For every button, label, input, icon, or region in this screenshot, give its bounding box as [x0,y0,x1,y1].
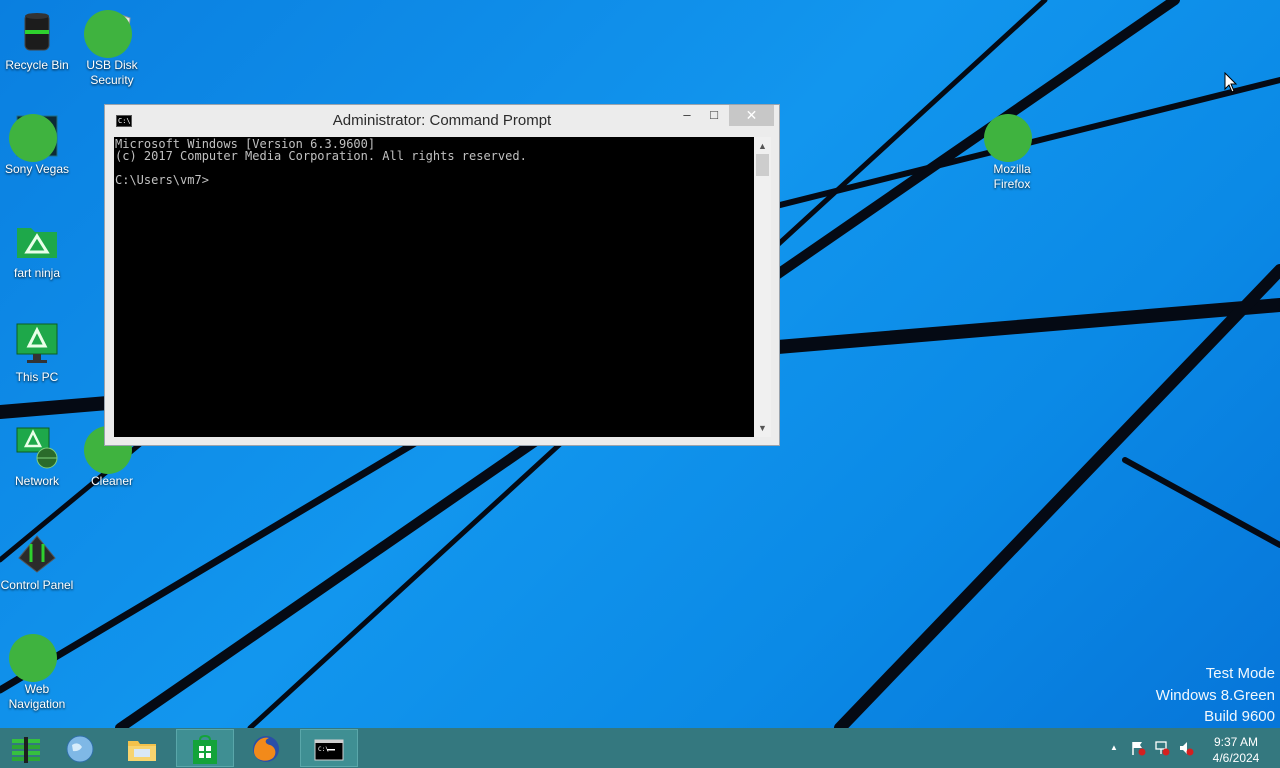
desktop-icon-this-pc[interactable]: This PC [0,320,75,385]
taskbar: C:\ ▲ 9:37 AM 4/6/2024 [0,728,1280,768]
desktop-icon-usb-disk-security[interactable]: USB Disk Security [74,8,150,88]
folder-icon [128,741,156,761]
taskbar-clock[interactable]: 9:37 AM 4/6/2024 [1206,734,1266,766]
firefox-icon [984,112,1036,162]
desktop-icon-label: USB Disk Security [86,58,138,87]
scroll-thumb[interactable] [756,154,769,176]
desktop-icon-label: Control Panel [0,578,74,592]
taskbar-firefox[interactable] [238,729,296,767]
firefox-icon [253,736,279,762]
test-mode-watermark: Test Mode Windows 8.Green Build 9600 [1156,663,1275,728]
recycle-bin-icon [13,8,61,56]
desktop-icon-label: Recycle Bin [5,58,69,72]
console-prompt: C:\Users\vm7> [115,173,209,187]
desktop-icon-fart-ninja[interactable]: fart ninja [0,216,75,281]
desktop-icon-mozilla-firefox[interactable]: Mozilla Firefox [974,112,1050,192]
shortcut-arrow-icon [84,10,132,58]
desktop-icon-control-panel[interactable]: Control Panel [0,528,75,593]
window-titlebar[interactable]: C:\ Administrator: Command Prompt – □ ✕ [105,105,779,137]
mouse-cursor [1224,72,1238,93]
start-button[interactable] [0,729,58,767]
control-panel-icon [13,528,61,576]
desktop-icon-label: Web Navigation [8,682,66,711]
globe-icon [66,735,94,763]
desktop-icon-label: Network [14,474,59,488]
watermark-line: Test Mode [1205,665,1275,682]
clock-date: 4/6/2024 [1212,751,1260,765]
taskbar-internet-explorer[interactable] [52,729,110,767]
taskbar-command-prompt[interactable]: C:\ [300,729,358,767]
store-icon [193,734,217,764]
desktop-icon-label: Mozilla Firefox [993,162,1031,191]
desktop-icon-network[interactable]: Network [0,424,75,489]
taskbar-file-explorer[interactable] [114,729,172,767]
shield-icon [84,8,136,58]
maximize-button[interactable]: □ [702,105,726,126]
green-folder-icon [13,216,61,264]
windows-start-icon [12,737,40,763]
desktop-icon-label: This PC [15,370,59,384]
action-center-flag-icon[interactable] [1130,740,1146,756]
monitor-icon [13,320,61,368]
shortcut-arrow-icon [9,634,57,682]
show-hidden-icons-button[interactable]: ▲ [1106,740,1122,756]
network-icon [13,424,61,472]
globe-icon [9,632,61,682]
desktop-icon-sony-vegas[interactable]: V Sony Vegas [0,112,75,177]
desktop-icon-recycle-bin[interactable]: Recycle Bin [0,8,75,73]
command-prompt-window[interactable]: C:\ Administrator: Command Prompt – □ ✕ … [104,104,780,446]
desktop-icon-label: Sony Vegas [4,162,70,176]
network-status-icon[interactable] [1154,740,1170,756]
console-line: (c) 2017 Computer Media Corporation. All… [115,149,527,163]
close-button[interactable]: ✕ [729,105,774,126]
vertical-scrollbar[interactable]: ▲ ▼ [754,137,771,437]
shortcut-arrow-icon [9,114,57,162]
speaker-muted-icon[interactable] [1178,740,1194,756]
scroll-down-arrow[interactable]: ▼ [754,421,771,435]
console-output[interactable]: Microsoft Windows [Version 6.3.9600] (c) … [114,137,754,437]
desktop-icon-web-navigation[interactable]: Web Navigation [0,632,75,712]
sony-vegas-icon: V [9,112,61,162]
desktop-icon-label: Cleaner [90,474,134,488]
cmd-icon: C:\ [314,739,344,761]
clock-time: 9:37 AM [1213,735,1259,749]
shortcut-arrow-icon [984,114,1032,162]
watermark-line: Build 9600 [1204,708,1275,725]
taskbar-store[interactable] [176,729,234,767]
desktop-icon-label: fart ninja [13,266,61,280]
watermark-line: Windows 8.Green [1155,686,1275,704]
scroll-up-arrow[interactable]: ▲ [754,139,771,153]
minimize-button[interactable]: – [675,105,699,126]
